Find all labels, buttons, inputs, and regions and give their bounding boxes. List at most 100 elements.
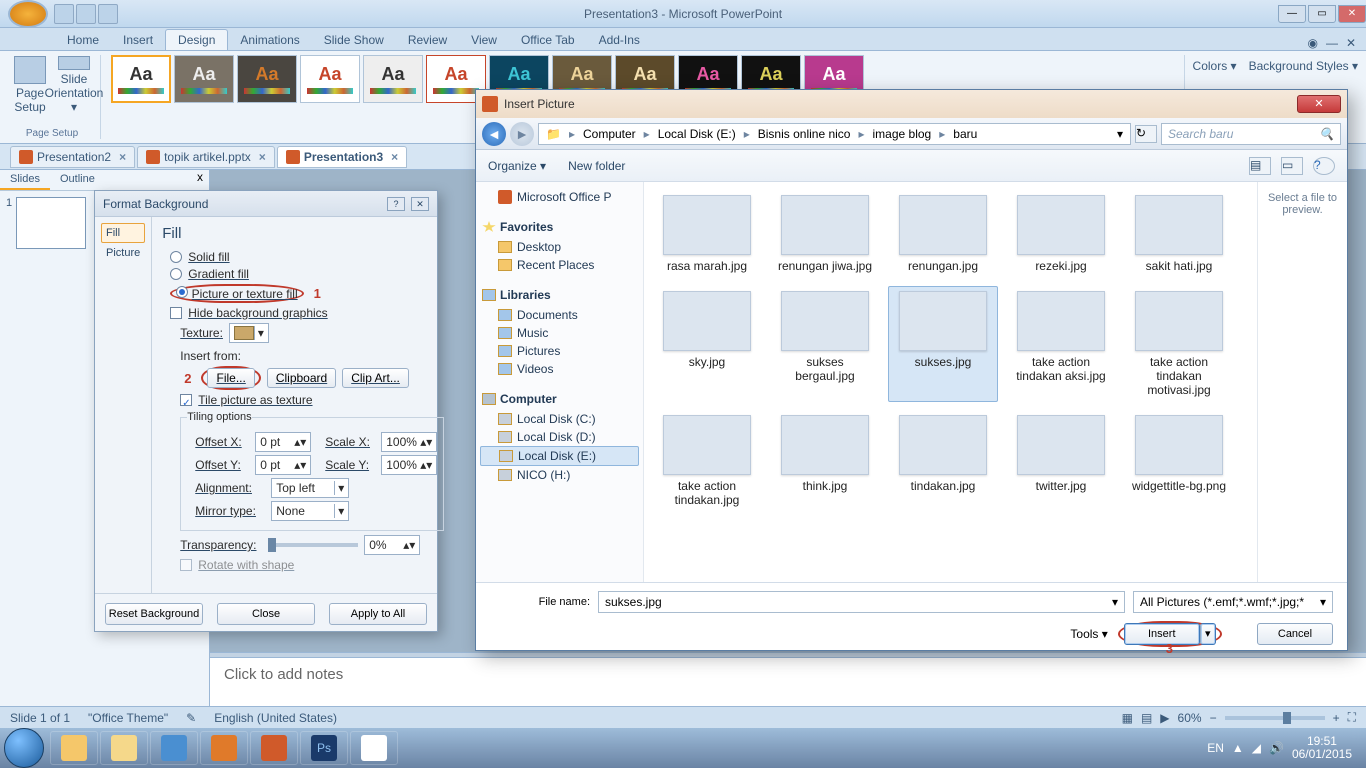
qat-redo[interactable]	[98, 4, 118, 24]
radio-gradient-fill[interactable]	[170, 268, 182, 280]
apply-to-all-button[interactable]: Apply to All	[329, 603, 427, 625]
help-icon[interactable]: ?	[1313, 157, 1335, 175]
file-item[interactable]: take action tindakan aksi.jpg	[1006, 286, 1116, 402]
file-item[interactable]: twitter.jpg	[1006, 410, 1116, 512]
tab-view[interactable]: View	[459, 30, 509, 50]
sidebar-desktop[interactable]: Desktop	[480, 238, 639, 256]
nav-back-icon[interactable]: ◄	[482, 122, 506, 146]
dialog-titlebar[interactable]: Format Background ? ✕	[95, 191, 437, 217]
close-doc-icon[interactable]: ✕	[1346, 36, 1356, 50]
taskbar-powerpoint[interactable]	[250, 731, 298, 765]
tray-flag-icon[interactable]: ▲	[1232, 741, 1244, 755]
tray-volume-icon[interactable]: 🔊	[1269, 741, 1284, 755]
file-grid[interactable]: rasa marah.jpg renungan jiwa.jpg renunga…	[644, 182, 1257, 582]
insert-dropdown[interactable]: ▾	[1200, 623, 1216, 645]
organize-menu[interactable]: Organize ▾	[488, 159, 546, 173]
breadcrumb[interactable]: 📁▸ Computer▸ Local Disk (E:)▸ Bisnis onl…	[538, 123, 1131, 145]
theme-swatch[interactable]: Aa	[111, 55, 171, 103]
search-input[interactable]: Search baru🔍	[1161, 123, 1341, 145]
sidebar-documents[interactable]: Documents	[480, 306, 639, 324]
close-button[interactable]: ✕	[1338, 5, 1366, 23]
taskbar-ie[interactable]	[150, 731, 198, 765]
cancel-button[interactable]: Cancel	[1257, 623, 1333, 645]
status-language[interactable]: English (United States)	[214, 711, 337, 725]
minimize-ribbon-icon[interactable]: —	[1326, 36, 1338, 50]
background-styles-dropdown[interactable]: Background Styles ▾	[1249, 59, 1358, 73]
sidebar-drive-h[interactable]: NICO (H:)	[480, 466, 639, 484]
sidebar-recent[interactable]: Recent Places	[480, 256, 639, 274]
sidebar-favorites[interactable]: Favorites	[480, 216, 639, 238]
file-item[interactable]: sakit hati.jpg	[1124, 190, 1234, 278]
view-options-icon[interactable]: ▤	[1249, 157, 1271, 175]
dialog-close-icon[interactable]: ✕	[411, 197, 429, 211]
file-button[interactable]: File...	[207, 368, 254, 388]
radio-solid-fill[interactable]	[170, 251, 182, 263]
theme-swatch[interactable]: Aa	[300, 55, 360, 103]
tray-language[interactable]: EN	[1207, 741, 1224, 755]
filename-input[interactable]: sukses.jpg▾	[598, 591, 1125, 613]
file-item[interactable]: tindakan.jpg	[888, 410, 998, 512]
taskbar-paint[interactable]	[350, 731, 398, 765]
texture-picker[interactable]: ▾	[229, 323, 269, 343]
sidebar-computer[interactable]: Computer	[480, 388, 639, 410]
zoom-fit-icon[interactable]: ⛶	[1348, 710, 1356, 725]
zoom-slider[interactable]	[1225, 716, 1325, 720]
refresh-icon[interactable]: ↻	[1135, 125, 1157, 143]
insert-button[interactable]: Insert	[1124, 623, 1200, 645]
taskbar-explorer[interactable]	[100, 731, 148, 765]
tab-slides-thumbnails[interactable]: Slides	[0, 170, 50, 190]
file-item[interactable]: take action tindakan motivasi.jpg	[1124, 286, 1234, 402]
preview-pane-icon[interactable]: ▭	[1281, 157, 1303, 175]
sidebar-drive-e[interactable]: Local Disk (E:)	[480, 446, 639, 466]
view-normal-icon[interactable]: ▦	[1122, 711, 1133, 725]
doctab-presentation2[interactable]: Presentation2×	[10, 146, 135, 168]
slide-orientation-button[interactable]: Slide Orientation ▾	[54, 55, 94, 115]
clipboard-button[interactable]: Clipboard	[267, 368, 336, 388]
scale-x-input[interactable]: 100%▴▾	[381, 432, 437, 452]
sidebar-libraries[interactable]: Libraries	[480, 284, 639, 306]
file-item-selected[interactable]: sukses.jpg	[888, 286, 998, 402]
zoom-value[interactable]: 60%	[1178, 711, 1202, 725]
theme-swatch[interactable]: Aa	[363, 55, 423, 103]
qat-undo[interactable]	[76, 4, 96, 24]
file-item[interactable]: rasa marah.jpg	[652, 190, 762, 278]
tab-review[interactable]: Review	[396, 30, 459, 50]
sidebar-drive-d[interactable]: Local Disk (D:)	[480, 428, 639, 446]
tab-outline[interactable]: Outline	[50, 170, 105, 190]
taskbar-libraries[interactable]	[50, 731, 98, 765]
nav-fill[interactable]: Fill	[101, 223, 145, 243]
mirror-combo[interactable]: None▾	[271, 501, 349, 521]
sidebar-office[interactable]: Microsoft Office P	[480, 188, 639, 206]
file-item[interactable]: sky.jpg	[652, 286, 762, 402]
file-item[interactable]: renungan.jpg	[888, 190, 998, 278]
colors-dropdown[interactable]: Colors ▾	[1193, 59, 1237, 73]
start-button[interactable]	[4, 728, 44, 768]
doctab-presentation3[interactable]: Presentation3×	[277, 146, 407, 168]
offset-y-input[interactable]: 0 pt▴▾	[255, 455, 311, 475]
zoom-in-icon[interactable]: +	[1333, 711, 1340, 725]
help-icon[interactable]: ◉	[1307, 36, 1317, 50]
file-filter-combo[interactable]: All Pictures (*.emf;*.wmf;*.jpg;*▾	[1133, 591, 1333, 613]
sidebar-drive-c[interactable]: Local Disk (C:)	[480, 410, 639, 428]
taskbar-photoshop[interactable]: Ps	[300, 731, 348, 765]
view-slideshow-icon[interactable]: ▶	[1160, 711, 1169, 725]
close-icon[interactable]: ×	[119, 150, 126, 164]
minimize-button[interactable]: —	[1278, 5, 1306, 23]
theme-swatch[interactable]: Aa	[237, 55, 297, 103]
zoom-out-icon[interactable]: −	[1210, 711, 1217, 725]
close-icon[interactable]: ×	[259, 150, 266, 164]
new-folder-button[interactable]: New folder	[568, 159, 625, 173]
radio-picture-texture-fill[interactable]	[176, 286, 188, 298]
nav-picture[interactable]: Picture	[101, 243, 145, 263]
clipart-button[interactable]: Clip Art...	[342, 368, 409, 388]
theme-swatch[interactable]: Aa	[174, 55, 234, 103]
nav-forward-icon[interactable]: ►	[510, 122, 534, 146]
close-dialog-button[interactable]: Close	[217, 603, 315, 625]
tools-menu[interactable]: Tools ▾	[1070, 627, 1107, 641]
sidebar-videos[interactable]: Videos	[480, 360, 639, 378]
sidebar-music[interactable]: Music	[480, 324, 639, 342]
transparency-input[interactable]: 0%▴▾	[364, 535, 420, 555]
tray-network-icon[interactable]: ◢	[1252, 741, 1261, 755]
tab-addins[interactable]: Add-Ins	[587, 30, 652, 50]
file-item[interactable]: widgettitle-bg.png	[1124, 410, 1234, 512]
